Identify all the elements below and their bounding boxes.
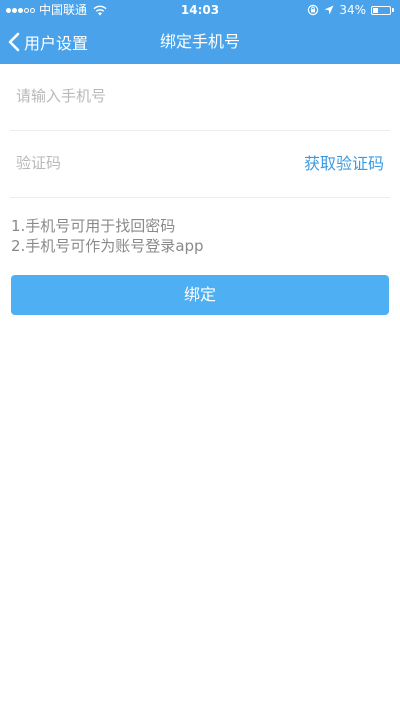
- tip-item: 1.手机号可用于找回密码: [11, 217, 176, 235]
- verification-code-input[interactable]: [16, 131, 276, 195]
- phone-row: [10, 64, 390, 131]
- tips: 1.手机号可用于找回密码 2.手机号可作为账号登录app: [11, 216, 204, 256]
- bind-phone-form: 获取验证码: [0, 64, 400, 198]
- location-arrow-icon: [324, 5, 334, 15]
- battery-percent: 34%: [339, 3, 366, 17]
- orientation-lock-icon: [307, 4, 319, 16]
- bind-button[interactable]: 绑定: [11, 275, 389, 315]
- bind-phone-screen: 中国联通 14:03 34% 用户设置 绑定手机号 请输入手机号 验证码 获取验…: [0, 0, 400, 710]
- tip-item: 2.手机号可作为账号登录app: [11, 237, 204, 255]
- battery-icon: [371, 5, 394, 15]
- page-title: 绑定手机号: [159, 32, 240, 51]
- status-right: 34%: [307, 0, 394, 20]
- status-bar: 中国联通 14:03 34%: [0, 0, 400, 20]
- phone-input[interactable]: [16, 64, 276, 128]
- nav-bar: 用户设置 绑定手机号: [0, 20, 400, 64]
- header: 中国联通 14:03 34% 用户设置 绑定手机号: [0, 0, 400, 64]
- code-row: 获取验证码: [10, 131, 390, 198]
- get-code-button[interactable]: 获取验证码: [304, 131, 384, 197]
